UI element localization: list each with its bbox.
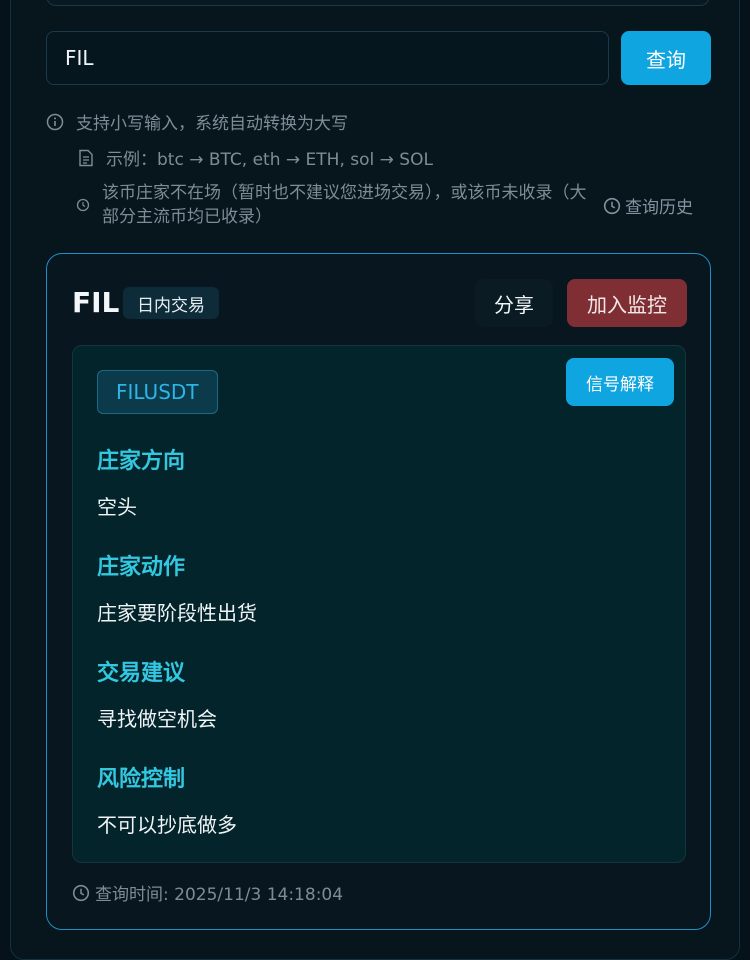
previous-panel-edge [46,0,710,6]
coin-title: FIL [72,286,120,319]
query-history-link[interactable]: 查询历史 [603,193,693,218]
search-row: 查询 [46,31,711,85]
symbol-badge: FILUSDT [97,370,218,414]
clock-icon [603,197,621,214]
query-time-text: 查询时间: 2025/11/3 14:18:04 [95,885,344,905]
search-button[interactable]: 查询 [621,31,711,85]
section-value-direction: 空头 [97,495,137,519]
clock-icon [76,198,90,212]
query-time: 查询时间: 2025/11/3 14:18:04 [72,880,343,905]
signal-panel: FILUSDT 信号解释 庄家方向 空头 庄家动作 庄家要阶段性出货 交易建议 … [72,345,686,863]
section-value-risk: 不可以抄底做多 [97,813,237,837]
hint-example-text: 示例：btc → BTC, eth → ETH, sol → SOL [106,150,433,170]
hint-not-listed: 该币庄家不在场（暂时也不建议您进场交易），或该币未收录（大部分主流币均已收录） [76,181,596,229]
add-monitor-button[interactable]: 加入监控 [567,279,687,327]
clock-icon [72,884,90,901]
share-button[interactable]: 分享 [475,279,553,327]
signal-explain-button[interactable]: 信号解释 [566,358,674,406]
section-title-advice: 交易建议 [97,661,186,686]
section-title-action: 庄家动作 [97,555,186,580]
coin-search-input[interactable] [46,31,609,85]
section-title-risk: 风险控制 [97,767,186,792]
query-history-label: 查询历史 [625,198,693,218]
section-value-advice: 寻找做空机会 [97,707,217,731]
result-card: FIL 日内交易 分享 加入监控 FILUSDT 信号解释 庄家方向 空头 庄家… [46,253,711,930]
hint-lowercase: 支持小写输入，系统自动转换为大写 [46,109,348,134]
document-icon [79,149,93,166]
hint-not-listed-text: 该币庄家不在场（暂时也不建议您进场交易），或该币未收录（大部分主流币均已收录） [102,183,587,227]
section-value-action: 庄家要阶段性出货 [97,601,257,625]
info-icon [46,113,64,130]
hint-example: 示例：btc → BTC, eth → ETH, sol → SOL [78,145,433,170]
section-title-direction: 庄家方向 [97,449,186,474]
hint-lowercase-text: 支持小写输入，系统自动转换为大写 [76,114,348,134]
trade-type-badge: 日内交易 [123,287,219,319]
